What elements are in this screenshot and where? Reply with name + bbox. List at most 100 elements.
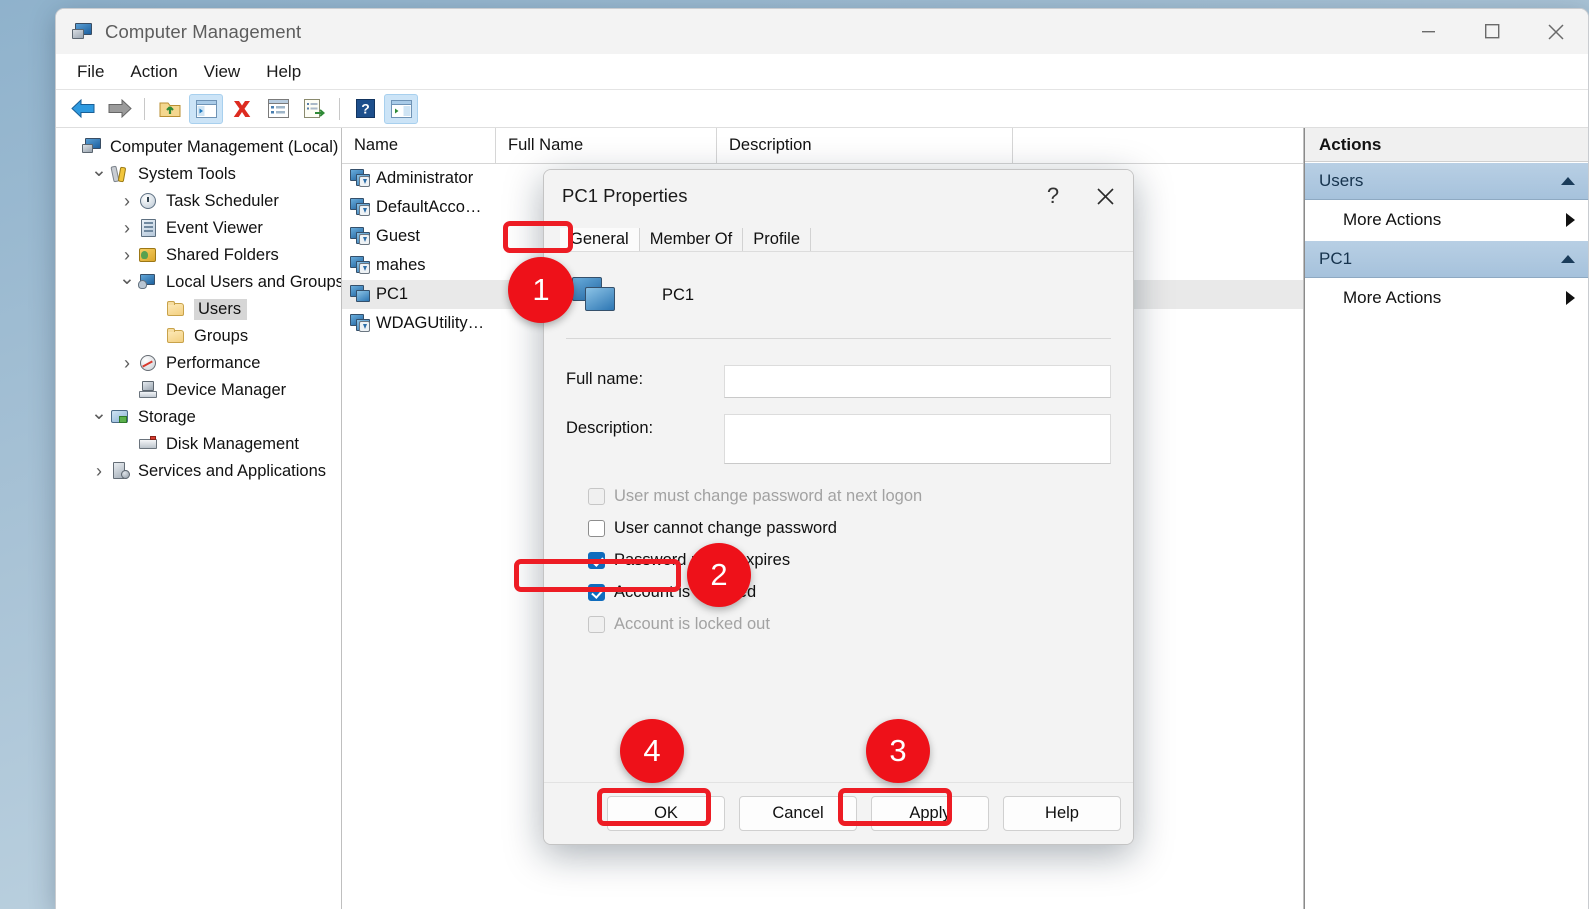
menubar: File Action View Help (56, 54, 1588, 90)
chevron-right-icon[interactable] (116, 245, 138, 266)
actions-groups: Users More Actions PC1 More Actions (1305, 162, 1588, 318)
tree-item-label: Groups (194, 327, 249, 346)
window-title: Computer Management (105, 20, 302, 42)
toolbar: ? (56, 90, 1588, 128)
checkbox-label: Account is locked out (614, 614, 770, 633)
checkbox-user-cannot-change-password[interactable] (588, 519, 605, 537)
actions-group-users[interactable]: Users (1305, 162, 1588, 200)
up-folder-icon[interactable] (153, 94, 187, 124)
apply-button[interactable]: Apply (871, 796, 989, 831)
chevron-right-icon[interactable] (1566, 291, 1575, 305)
column-header-full-name[interactable]: Full Name (496, 128, 717, 163)
chevron-right-icon[interactable] (116, 191, 138, 212)
show-hide-console-tree-icon[interactable] (189, 93, 223, 124)
help-button[interactable]: Help (1003, 796, 1121, 831)
dialog-title: PC1 Properties (562, 185, 688, 206)
tree-item-event-viewer[interactable]: Event Viewer (56, 215, 341, 242)
chevron-right-icon[interactable] (116, 353, 138, 374)
user-account-icon (350, 169, 372, 188)
chevron-right-icon[interactable] (88, 461, 110, 482)
export-list-icon[interactable] (297, 94, 331, 124)
user-account-icon (350, 198, 372, 217)
tree-item-services-and-applications[interactable]: Services and Applications (56, 458, 341, 485)
chevron-up-icon[interactable] (1561, 177, 1575, 185)
tab-profile[interactable]: Profile (743, 227, 812, 251)
computer-icon (82, 138, 103, 157)
tree-item-label: Storage (138, 408, 196, 427)
checkbox-row-password-never-expires[interactable]: Password never expires (566, 544, 1111, 576)
minimize-icon[interactable] (1396, 9, 1460, 54)
chevron-down-icon[interactable] (116, 271, 138, 294)
maximize-icon[interactable] (1460, 9, 1524, 54)
tree-item-label: Performance (166, 354, 261, 373)
user-account-icon (350, 256, 372, 275)
full-name-input[interactable] (724, 365, 1111, 398)
tree-item-label: Computer Management (Local) (110, 138, 339, 157)
actions-group-pc1[interactable]: PC1 (1305, 240, 1588, 278)
folder-icon (166, 327, 187, 346)
tree-item-task-scheduler[interactable]: Task Scheduler (56, 188, 341, 215)
tree-item-label: Local Users and Groups (166, 273, 342, 292)
account-options: User must change password at next logon U… (566, 480, 1111, 640)
tree-item-system-tools[interactable]: System Tools (56, 161, 341, 188)
checkbox-password-never-expires[interactable] (588, 551, 605, 569)
chevron-down-icon[interactable] (88, 406, 110, 429)
chevron-right-icon[interactable] (116, 218, 138, 239)
menu-help[interactable]: Help (253, 58, 314, 86)
properties-icon[interactable] (261, 94, 295, 124)
tab-general[interactable]: General (560, 227, 640, 251)
forward-icon[interactable] (102, 94, 136, 124)
column-header-description[interactable]: Description (717, 128, 1013, 163)
user-name-cell: mahes (376, 256, 426, 274)
services-applications-icon (110, 462, 131, 481)
menu-file[interactable]: File (64, 58, 117, 86)
help-icon[interactable]: ? (348, 94, 382, 124)
actions-item-more-actions[interactable]: More Actions (1305, 278, 1588, 318)
checkbox-user-must-change-password-at-next-logon (588, 487, 605, 505)
user-name-cell: Administrator (376, 169, 474, 187)
tree-item-disk-management[interactable]: Disk Management (56, 431, 341, 458)
close-icon[interactable] (1077, 170, 1133, 222)
cancel-button[interactable]: Cancel (739, 796, 857, 831)
chevron-down-icon[interactable] (88, 163, 110, 186)
show-hide-action-pane-icon[interactable] (384, 93, 418, 124)
toolbar-separator (144, 97, 145, 120)
tree-item-users[interactable]: Users (56, 296, 341, 323)
tree-item-label: Services and Applications (138, 462, 327, 481)
actions-group-label: PC1 (1319, 249, 1353, 268)
checkbox-row-account-is-disabled[interactable]: Account is disabled (566, 576, 1111, 608)
ok-button[interactable]: OK (607, 796, 725, 831)
description-input[interactable] (724, 414, 1111, 464)
actions-item-more-actions[interactable]: More Actions (1305, 200, 1588, 240)
delete-icon[interactable] (225, 94, 259, 124)
menu-action[interactable]: Action (117, 58, 190, 86)
account-name: PC1 (662, 285, 695, 304)
tree-item-device-manager[interactable]: Device Manager (56, 377, 341, 404)
dialog-footer: OK Cancel Apply Help (544, 782, 1133, 844)
checkbox-row-user-cannot-change-password[interactable]: User cannot change password (566, 512, 1111, 544)
full-name-label: Full name: (566, 370, 644, 388)
tree-item-label: Task Scheduler (166, 192, 279, 211)
svg-text:?: ? (361, 101, 370, 117)
chevron-up-icon[interactable] (1561, 255, 1575, 263)
checkbox-label: User must change password at next logon (614, 486, 923, 505)
chevron-right-icon[interactable] (1566, 213, 1575, 227)
back-icon[interactable] (66, 94, 100, 124)
menu-view[interactable]: View (191, 58, 254, 86)
tree-item-groups[interactable]: Groups (56, 323, 341, 350)
column-header-name[interactable]: Name (342, 128, 496, 163)
tree-item-local-users-and-groups[interactable]: Local Users and Groups (56, 269, 341, 296)
tree-item-performance[interactable]: Performance (56, 350, 341, 377)
tree-item-computer-management-local[interactable]: Computer Management (Local) (56, 134, 341, 161)
dialog-titlebar: PC1 Properties ? (544, 170, 1133, 222)
full-name-row: Full name: (566, 365, 1111, 398)
user-name-cell: DefaultAcco… (376, 198, 482, 216)
checkbox-account-is-disabled[interactable] (588, 583, 605, 601)
tree-item-storage[interactable]: Storage (56, 404, 341, 431)
close-icon[interactable] (1524, 9, 1588, 54)
window-titlebar: Computer Management (56, 9, 1588, 54)
question-mark-icon[interactable]: ? (1029, 170, 1077, 222)
tab-member-of[interactable]: Member Of (639, 227, 744, 251)
user-name-cell: Guest (376, 227, 421, 245)
tree-item-shared-folders[interactable]: Shared Folders (56, 242, 341, 269)
